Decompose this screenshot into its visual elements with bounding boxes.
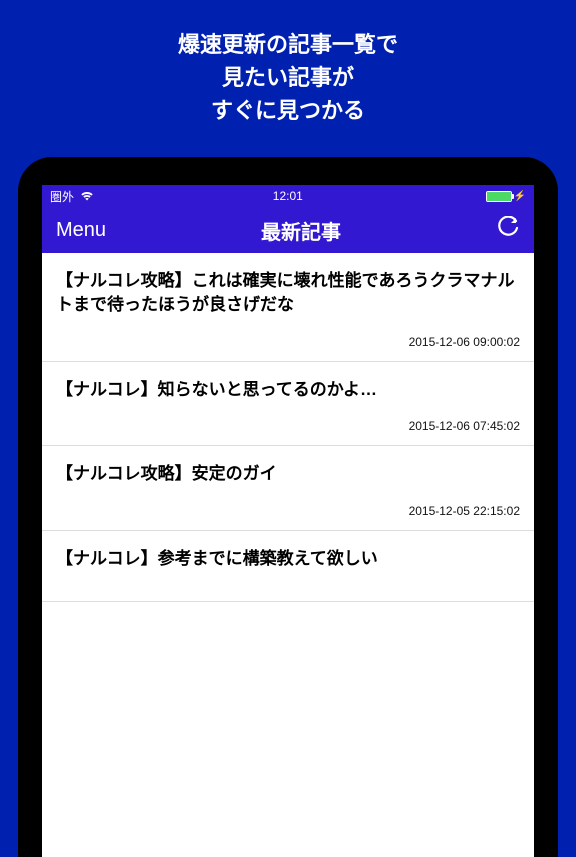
list-item[interactable]: 【ナルコレ】参考までに構築教えて欲しい <box>42 531 534 602</box>
article-title: 【ナルコレ】参考までに構築教えて欲しい <box>56 547 520 571</box>
status-bar: 圏外 12:01 ⚡ <box>42 185 534 207</box>
tablet-frame: 圏外 12:01 ⚡ Menu 最新記事 <box>18 157 558 857</box>
list-item[interactable]: 【ナルコレ】知らないと思ってるのかよ… 2015-12-06 07:45:02 <box>42 362 534 447</box>
list-item[interactable]: 【ナルコレ攻略】これは確実に壊れ性能であろうクラマナルトまで待ったほうが良さげだ… <box>42 253 534 362</box>
nav-bar: Menu 最新記事 <box>42 207 534 253</box>
article-timestamp: 2015-12-06 07:45:02 <box>56 419 520 437</box>
article-list[interactable]: 【ナルコレ攻略】これは確実に壊れ性能であろうクラマナルトまで待ったほうが良さげだ… <box>42 253 534 602</box>
article-timestamp <box>56 589 520 593</box>
promo-heading: 爆速更新の記事一覧で 見たい記事が すぐに見つかる <box>0 0 576 157</box>
tablet-screen: 圏外 12:01 ⚡ Menu 最新記事 <box>42 185 534 857</box>
nav-title: 最新記事 <box>261 216 341 245</box>
wifi-icon <box>80 189 94 204</box>
list-item[interactable]: 【ナルコレ攻略】安定のガイ 2015-12-05 22:15:02 <box>42 446 534 531</box>
battery-icon <box>486 191 512 202</box>
refresh-icon <box>496 227 520 244</box>
menu-button[interactable]: Menu <box>56 219 106 242</box>
status-right: ⚡ <box>482 191 526 202</box>
promo-line-2: 見たい記事が <box>20 61 556 94</box>
promo-line-1: 爆速更新の記事一覧で <box>20 28 556 61</box>
carrier-label: 圏外 <box>50 188 74 205</box>
status-time: 12:01 <box>273 189 303 203</box>
article-timestamp: 2015-12-06 09:00:02 <box>56 335 520 353</box>
status-left: 圏外 <box>50 188 94 205</box>
article-timestamp: 2015-12-05 22:15:02 <box>56 504 520 522</box>
article-title: 【ナルコレ攻略】安定のガイ <box>56 462 520 486</box>
charging-icon: ⚡ <box>514 191 526 202</box>
refresh-button[interactable] <box>496 216 520 245</box>
article-title: 【ナルコレ攻略】これは確実に壊れ性能であろうクラマナルトまで待ったほうが良さげだ… <box>56 269 520 317</box>
article-title: 【ナルコレ】知らないと思ってるのかよ… <box>56 378 520 402</box>
promo-line-3: すぐに見つかる <box>20 94 556 127</box>
